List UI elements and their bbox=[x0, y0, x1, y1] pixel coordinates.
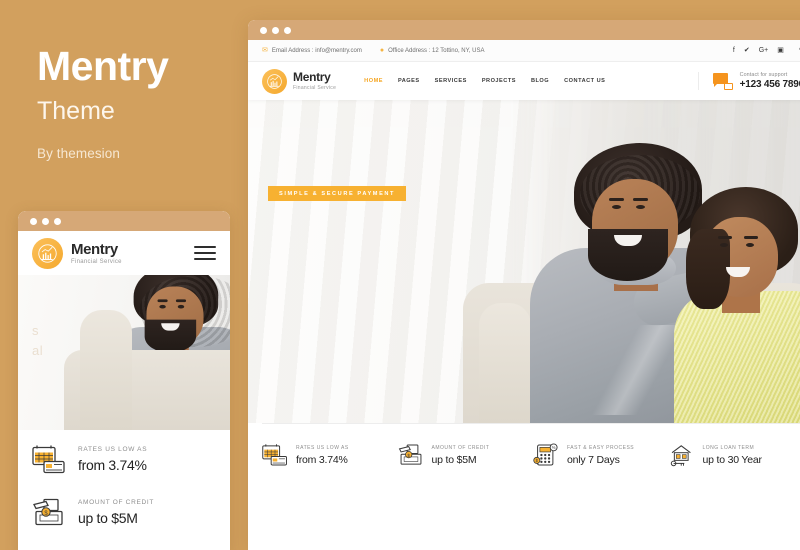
support-block[interactable]: Contact for support +123 456 7890 bbox=[697, 72, 800, 90]
support-phone[interactable]: +123 456 7890 bbox=[740, 79, 800, 90]
support-text: Contact for support +123 456 7890 bbox=[740, 72, 800, 90]
stat-text: RATES US LOW AS from 3.74% bbox=[78, 446, 147, 473]
bank-chart-icon bbox=[262, 68, 287, 94]
mobile-hero-ghost-text: s al bbox=[32, 321, 43, 361]
topbar-office-text: Office Address : 12 Tottino, NY, USA bbox=[388, 47, 485, 54]
hero-person-woman bbox=[674, 183, 800, 423]
stat-label: LONG LOAN TERM bbox=[702, 444, 755, 451]
screenshot-root: Mentry Theme By themesion ✉ Email Addres… bbox=[0, 0, 800, 550]
stat-item[interactable]: RATES US LOW AS from 3.74% bbox=[32, 444, 216, 475]
calendar-card-icon bbox=[262, 443, 288, 467]
page-title: Mentry bbox=[37, 43, 169, 89]
site-logo[interactable]: Mentry Financial Service bbox=[262, 68, 336, 94]
stat-label: RATES US LOW AS bbox=[78, 446, 148, 453]
mobile-hero-section: s al bbox=[18, 275, 230, 430]
stat-text: RATES US LOW AS from 3.74% bbox=[296, 445, 349, 466]
site-topbar: ✉ Email Address : info@mentry.com ● Offi… bbox=[248, 40, 800, 62]
nav-item-home[interactable]: HOME bbox=[364, 78, 383, 84]
ghost-line-2: al bbox=[32, 343, 44, 359]
cash-stack-icon: $ bbox=[398, 443, 424, 467]
svg-text:$: $ bbox=[407, 453, 410, 458]
nav-item-services[interactable]: SERVICES bbox=[435, 78, 467, 84]
window-dot-maximize[interactable] bbox=[54, 217, 61, 225]
topbar-office[interactable]: ● Office Address : 12 Tottino, NY, USA bbox=[380, 47, 485, 54]
stat-value: from 3.74% bbox=[296, 453, 348, 466]
stat-label: RATES US LOW AS bbox=[296, 444, 349, 451]
desktop-browser-mockup: ✉ Email Address : info@mentry.com ● Offi… bbox=[248, 20, 800, 550]
window-dot-close[interactable] bbox=[260, 26, 267, 34]
nav-item-projects[interactable]: PROJECTS bbox=[482, 78, 516, 84]
desktop-window-titlebar bbox=[248, 20, 800, 40]
stat-item[interactable]: LONG LOAN TERM up to 30 Year bbox=[669, 443, 800, 467]
twitter-icon[interactable]: ✔ bbox=[744, 47, 750, 54]
stat-item[interactable]: RATES US LOW AS from 3.74% bbox=[262, 443, 398, 467]
calculator-icon: % $ bbox=[533, 443, 559, 467]
nav-item-pages[interactable]: PAGES bbox=[398, 78, 420, 84]
topbar-email-text: Email Address : info@mentry.com bbox=[271, 47, 362, 54]
brand-text: Mentry Financial Service bbox=[293, 71, 336, 91]
social-links: f ✔ G+ ▣ ⚲ bbox=[733, 47, 800, 54]
mobile-browser-mockup: Mentry Financial Service s al RATES US L… bbox=[18, 211, 230, 550]
nav-item-contact-us[interactable]: CONTACT US bbox=[564, 78, 605, 84]
stat-item[interactable]: $ AMOUNT OF CREDIT up to $5M bbox=[32, 497, 216, 528]
brand-tagline: Financial Service bbox=[71, 258, 122, 265]
window-dot-maximize[interactable] bbox=[284, 26, 291, 34]
facebook-icon[interactable]: f bbox=[733, 47, 735, 54]
stat-value: up to $5M bbox=[78, 510, 138, 526]
svg-text:%: % bbox=[552, 445, 556, 450]
map-pin-icon: ● bbox=[379, 47, 385, 54]
envelope-icon: ✉ bbox=[262, 47, 268, 54]
google-plus-icon[interactable]: G+ bbox=[759, 47, 769, 54]
support-label: Contact for support bbox=[739, 72, 788, 78]
mobile-window-titlebar bbox=[18, 211, 230, 231]
house-key-icon bbox=[669, 443, 695, 467]
hero-section: SIMPLE & SECURE PAYMENT bbox=[248, 100, 800, 423]
brand-name: Mentry bbox=[71, 240, 118, 258]
stat-text: FAST & EASY PROCESS only 7 Days bbox=[567, 445, 634, 466]
site-navbar: Mentry Financial Service HOME PAGES SERV… bbox=[248, 62, 800, 100]
stat-text: AMOUNT OF CREDIT up to $5M bbox=[78, 499, 154, 526]
stat-label: FAST & EASY PROCESS bbox=[567, 444, 635, 451]
stat-item[interactable]: % $ FAST & EASY PROCESS only 7 Days bbox=[533, 443, 669, 467]
topbar-email[interactable]: ✉ Email Address : info@mentry.com bbox=[262, 47, 362, 54]
stat-text: AMOUNT OF CREDIT up to $5M bbox=[432, 445, 490, 466]
hamburger-menu-icon[interactable] bbox=[194, 242, 216, 264]
page-subtitle: Theme bbox=[37, 97, 115, 126]
stat-value: up to 30 Year bbox=[702, 453, 762, 466]
mobile-brand-text[interactable]: Mentry Financial Service bbox=[71, 242, 122, 265]
chat-bubbles-icon bbox=[712, 72, 733, 90]
brand-tagline: Financial Service bbox=[293, 85, 337, 91]
mobile-couch-prop bbox=[64, 310, 230, 430]
cash-stack-icon: $ bbox=[32, 497, 66, 528]
brand-name: Mentry bbox=[293, 70, 331, 84]
window-dot-minimize[interactable] bbox=[42, 217, 49, 225]
window-dot-minimize[interactable] bbox=[272, 26, 279, 34]
instagram-icon[interactable]: ▣ bbox=[777, 47, 784, 54]
window-dot-close[interactable] bbox=[30, 217, 37, 225]
mobile-stats-list: RATES US LOW AS from 3.74% $ AMOUNT OF C… bbox=[18, 430, 230, 550]
mobile-navbar: Mentry Financial Service bbox=[18, 231, 230, 275]
stat-value: from 3.74% bbox=[78, 457, 147, 473]
stat-label: AMOUNT OF CREDIT bbox=[431, 444, 490, 451]
main-menu: HOME PAGES SERVICES PROJECTS BLOG CONTAC… bbox=[364, 78, 605, 84]
promo-block: Mentry Theme By themesion bbox=[37, 43, 247, 161]
calendar-card-icon bbox=[32, 444, 66, 475]
hero-badge: SIMPLE & SECURE PAYMENT bbox=[268, 186, 407, 201]
stat-value: only 7 Days bbox=[567, 453, 620, 466]
nav-item-blog[interactable]: BLOG bbox=[531, 78, 549, 84]
author-byline: By themesion bbox=[37, 145, 120, 161]
stat-label: AMOUNT OF CREDIT bbox=[78, 499, 155, 506]
stat-text: LONG LOAN TERM up to 30 Year bbox=[703, 445, 762, 466]
ghost-line-1: s bbox=[32, 323, 39, 338]
stat-value: up to $5M bbox=[431, 453, 477, 466]
bank-chart-icon bbox=[32, 237, 63, 269]
stat-item[interactable]: $ AMOUNT OF CREDIT up to $5M bbox=[398, 443, 534, 467]
stats-strip: RATES US LOW AS from 3.74% $ AMOUNT OF C… bbox=[248, 424, 800, 486]
